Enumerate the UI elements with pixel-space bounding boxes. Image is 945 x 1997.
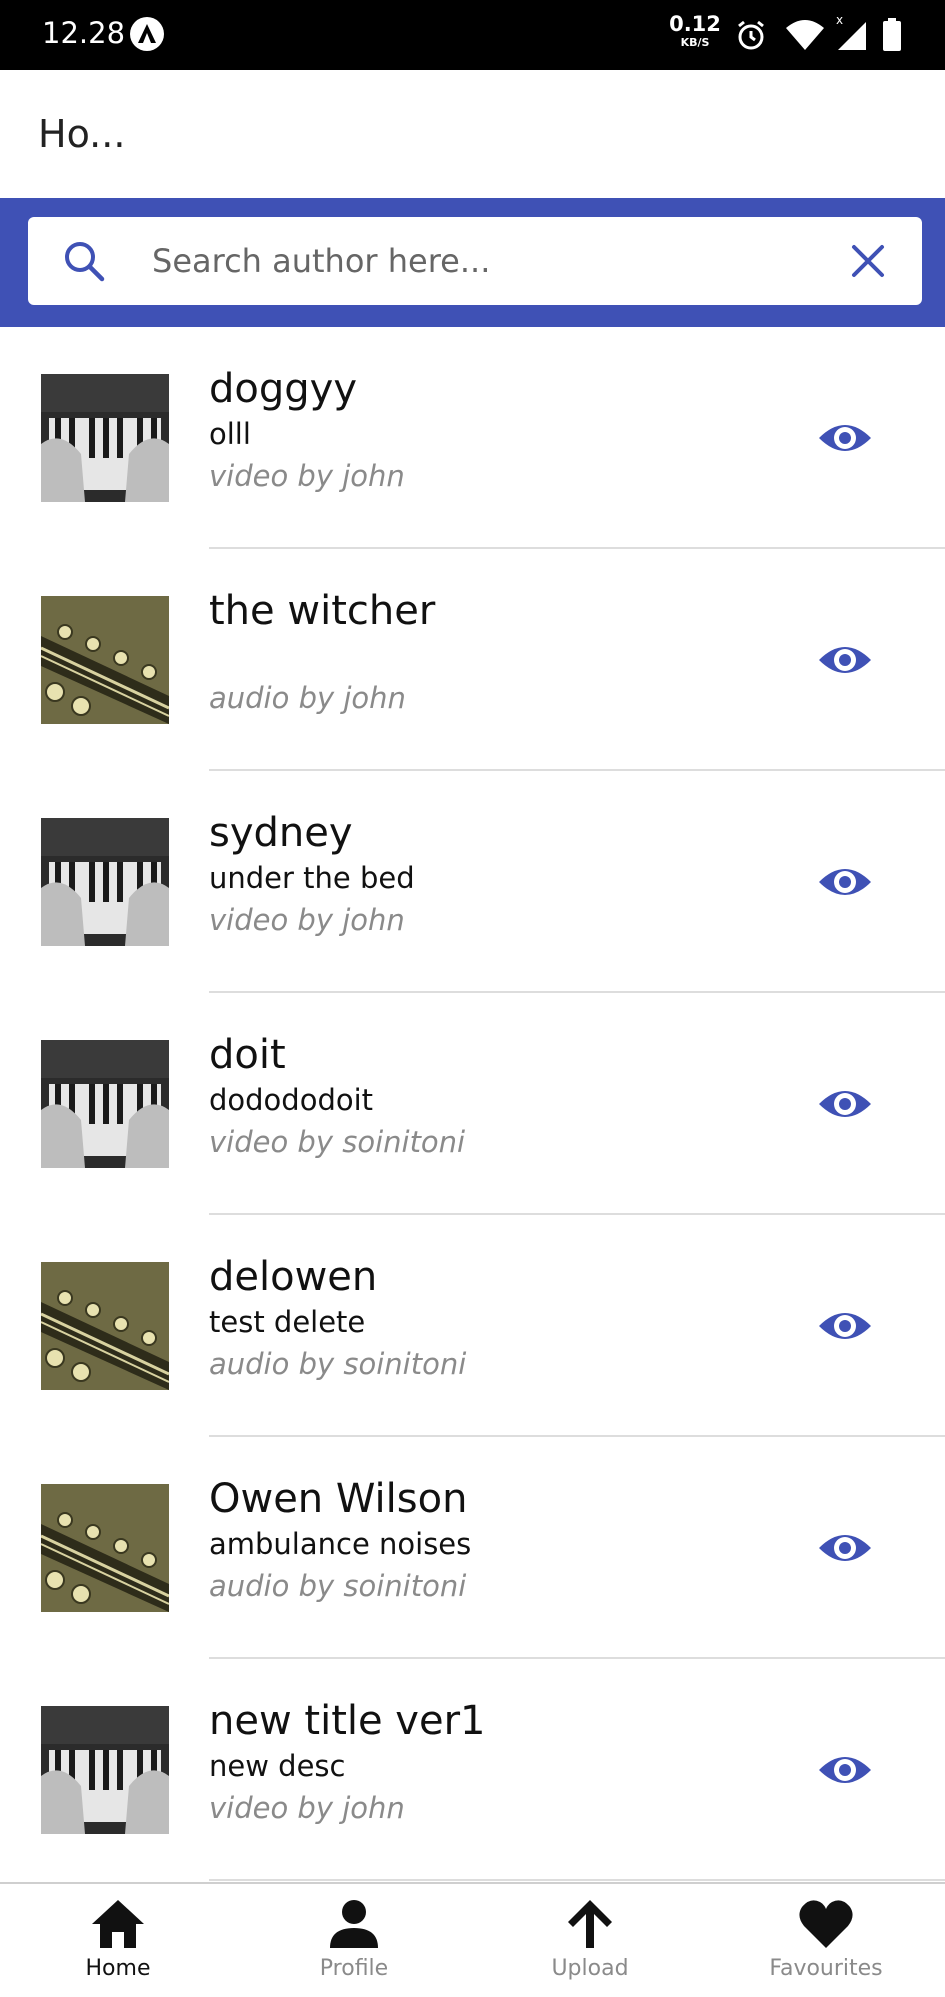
nav-label-favourites: Favourites (769, 1956, 883, 1981)
network-speed-value: 0.12 (669, 12, 721, 36)
list-item-text: new title ver1 new desc video by john (209, 1697, 789, 1829)
view-eye-icon[interactable] (816, 1300, 874, 1352)
list-item[interactable]: doit dodododoit video by soinitoni (0, 993, 945, 1215)
item-title: doggyy (209, 366, 357, 412)
clear-search-icon[interactable] (848, 241, 888, 286)
item-title: Owen Wilson (209, 1476, 468, 1522)
search-bar-container (0, 198, 945, 327)
search-box[interactable] (28, 217, 922, 305)
guitar-thumbnail (41, 1484, 169, 1612)
divider (209, 1879, 945, 1881)
view-eye-icon[interactable] (816, 856, 874, 908)
item-meta: video by john (209, 903, 405, 937)
heart-icon (796, 1896, 856, 1957)
wifi-icon (784, 18, 826, 57)
list-item[interactable]: the witcher audio by john (0, 549, 945, 771)
app-notification-icon (130, 17, 164, 51)
view-eye-icon[interactable] (816, 1744, 874, 1796)
status-bar: 12.28 0.12 KB/S x (0, 0, 945, 70)
nav-upload[interactable]: Upload (472, 1884, 708, 1997)
list-item-text: doggyy olll video by john (209, 365, 789, 497)
view-eye-icon[interactable] (816, 1522, 874, 1574)
item-description: test delete (209, 1305, 366, 1339)
item-meta: video by john (209, 459, 405, 493)
view-eye-icon[interactable] (816, 634, 874, 686)
nav-favourites[interactable]: Favourites (708, 1884, 944, 1997)
item-description: olll (209, 417, 251, 451)
bottom-navigation: Home Profile Upload Favourites (0, 1882, 945, 1997)
svg-text:x: x (836, 14, 843, 27)
nav-home[interactable]: Home (0, 1884, 236, 1997)
view-eye-icon[interactable] (816, 1078, 874, 1130)
list-item-text: sydney under the bed video by john (209, 809, 789, 941)
nav-label-upload: Upload (551, 1956, 629, 1981)
guitar-thumbnail (41, 596, 169, 724)
list-item[interactable]: new title ver1 new desc video by john (0, 1659, 945, 1881)
item-title: new title ver1 (209, 1698, 486, 1744)
list-item-text: Owen Wilson ambulance noises audio by so… (209, 1475, 789, 1607)
list-item-text: the witcher audio by john (209, 587, 789, 719)
item-title: doit (209, 1032, 286, 1078)
home-icon (88, 1896, 148, 1957)
piano-thumbnail (41, 374, 169, 502)
item-description: under the bed (209, 861, 415, 895)
guitar-thumbnail (41, 1262, 169, 1390)
nav-label-home: Home (85, 1956, 151, 1981)
nav-label-profile: Profile (319, 1956, 389, 1981)
list-item[interactable]: doggyy olll video by john (0, 327, 945, 549)
list-item[interactable]: delowen test delete audio by soinitoni (0, 1215, 945, 1437)
page-title: Ho... (38, 112, 126, 156)
list-item[interactable]: Owen Wilson ambulance noises audio by so… (0, 1437, 945, 1659)
search-icon (62, 239, 106, 288)
item-meta: audio by soinitoni (209, 1347, 467, 1381)
item-description (209, 635, 789, 677)
list-item-text: delowen test delete audio by soinitoni (209, 1253, 789, 1385)
list-item-text: doit dodododoit video by soinitoni (209, 1031, 789, 1163)
item-title: delowen (209, 1254, 378, 1300)
app-bar: Ho... (0, 70, 945, 198)
battery-icon (882, 18, 902, 57)
view-eye-icon[interactable] (816, 412, 874, 464)
piano-thumbnail (41, 1040, 169, 1168)
item-meta: audio by soinitoni (209, 1569, 467, 1603)
upload-arrow-icon (560, 1896, 620, 1957)
piano-thumbnail (41, 1706, 169, 1834)
status-time: 12.28 (42, 16, 126, 50)
item-description: dodododoit (209, 1083, 374, 1117)
network-speed: 0.12 KB/S (668, 12, 722, 49)
media-list: doggyy olll video by john the witcher au… (0, 327, 945, 1882)
nav-profile[interactable]: Profile (236, 1884, 472, 1997)
person-icon (324, 1896, 384, 1957)
item-title: the witcher (209, 588, 436, 634)
item-description: new desc (209, 1749, 346, 1783)
item-meta: video by john (209, 1791, 405, 1825)
item-meta: audio by john (209, 681, 406, 715)
network-speed-unit: KB/S (680, 36, 710, 49)
cell-signal-icon: x (834, 13, 870, 57)
piano-thumbnail (41, 818, 169, 946)
search-input[interactable] (152, 231, 832, 291)
list-item[interactable]: sydney under the bed video by john (0, 771, 945, 993)
item-description: ambulance noises (209, 1527, 472, 1561)
item-meta: video by soinitoni (209, 1125, 466, 1159)
alarm-icon (734, 18, 768, 57)
item-title: sydney (209, 810, 353, 856)
